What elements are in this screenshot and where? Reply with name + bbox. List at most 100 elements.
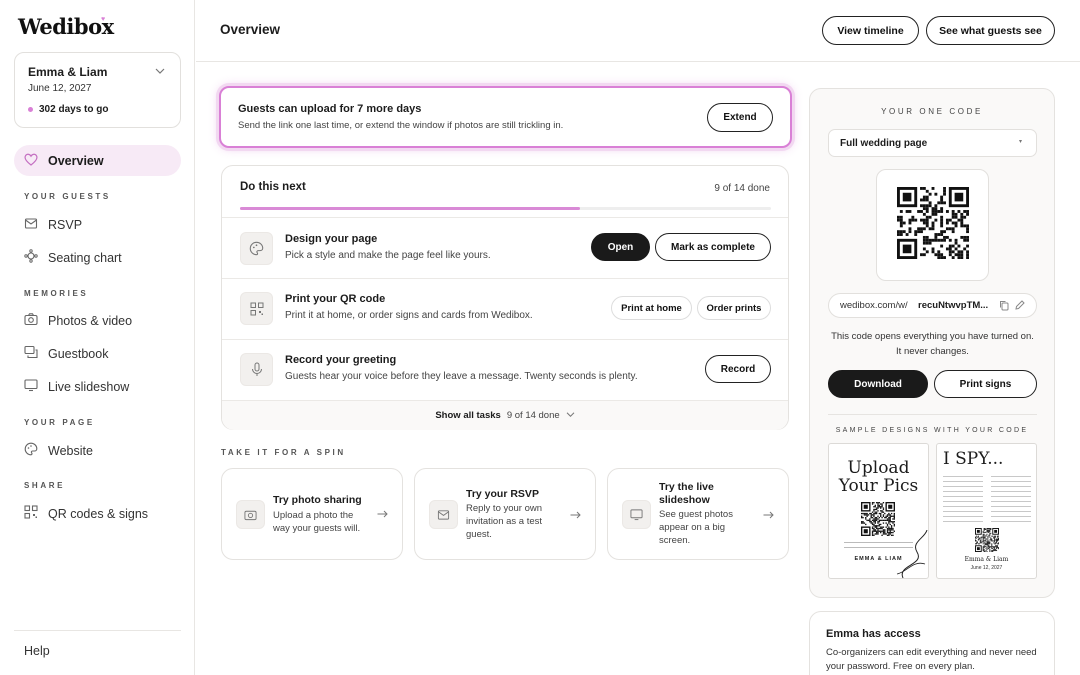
event-date: June 12, 2027: [28, 83, 92, 94]
upload-banner: Guests can upload for 7 more days Send t…: [219, 86, 792, 148]
sidebar-item-website[interactable]: Website: [24, 442, 93, 459]
monitor-icon: [622, 500, 651, 529]
code-target-select[interactable]: Full wedding page ▾: [828, 129, 1037, 157]
envelope-icon: [24, 216, 38, 233]
spin-card-title: Try the live slideshow: [659, 481, 714, 506]
tasks-progress-text: 9 of 14 done: [714, 183, 770, 194]
code-panel: YOUR ONE CODE Full wedding page ▾ wedibo…: [809, 88, 1055, 598]
spin-card-photo[interactable]: Try photo sharing Upload a photo the way…: [221, 468, 403, 560]
section-title-guests: YOUR GUESTS: [24, 192, 111, 201]
spin-card-rsvp[interactable]: Try your RSVP Reply to your own invitati…: [414, 468, 596, 560]
progress-fill: [240, 207, 580, 210]
order-prints-button[interactable]: Order prints: [697, 296, 771, 320]
sidebar-item-photos-video[interactable]: Photos & video: [24, 312, 132, 329]
tasks-title: Do this next: [240, 181, 306, 193]
event-switcher[interactable]: Emma & Liam June 12, 2027 302 days to go: [14, 52, 181, 128]
envelope-icon: [429, 500, 458, 529]
print-signs-button[interactable]: Print signs: [934, 370, 1037, 398]
copy-icon[interactable]: [999, 300, 1009, 314]
edit-icon[interactable]: [1015, 300, 1025, 313]
qr-code-card: [876, 169, 989, 281]
banner-desc: Send the link one last time, or extend t…: [238, 120, 564, 131]
tasks-card: Do this next 9 of 14 done Design your pa…: [221, 165, 789, 430]
mark-complete-button[interactable]: Mark as complete: [655, 233, 771, 261]
extend-button[interactable]: Extend: [707, 103, 773, 132]
task-desc: Pick a style and make the page feel like…: [285, 250, 491, 261]
banner-title: Guests can upload for 7 more days: [238, 103, 422, 115]
decorative-squiggle-icon: [896, 530, 928, 578]
spin-card-title: Try photo sharing: [273, 494, 362, 506]
brand-logo[interactable]: Wedibox: [18, 14, 114, 39]
logo-heart-icon: ♥: [101, 16, 106, 23]
code-note: This code opens everything you have turn…: [831, 331, 1034, 357]
spin-card-desc: See guest photos appear on a big screen.: [659, 509, 733, 546]
sidebar: Wedibox ♥ Emma & Liam June 12, 2027 302 …: [0, 0, 195, 675]
sample-design-i-spy[interactable]: I SPY... Emma & Liam June 12, 2027: [936, 443, 1037, 579]
sidebar-item-overview[interactable]: Overview: [14, 145, 181, 176]
sidebar-item-live-slideshow[interactable]: Live slideshow: [24, 378, 129, 395]
help-link[interactable]: Help: [24, 644, 50, 658]
sample-heading: I SPY...: [943, 449, 1004, 469]
arrow-right-icon: [763, 510, 774, 522]
arrow-right-icon: [570, 510, 581, 522]
qr-code-image: [897, 187, 969, 259]
chevron-down-icon: [566, 410, 575, 421]
sidebar-item-qr-codes[interactable]: QR codes & signs: [24, 505, 148, 522]
page-title: Overview: [220, 22, 281, 37]
view-timeline-button[interactable]: View timeline: [822, 16, 919, 45]
sidebar-item-label: Photos & video: [48, 313, 133, 328]
qr-icon: [24, 505, 38, 522]
show-all-count: 9 of 14 done: [506, 410, 560, 421]
task-desc: Guests hear your voice before they leave…: [285, 371, 638, 382]
camera-icon: [24, 312, 38, 329]
task-row-qr: Print your QR code Print it at home, or …: [222, 279, 788, 339]
sample-names: Emma & Liam: [964, 556, 1009, 563]
sample-qr-image: [975, 528, 999, 552]
task-title: Print your QR code: [285, 293, 386, 305]
camera-icon: [236, 500, 265, 529]
spin-title: TAKE IT FOR A SPIN: [221, 448, 346, 457]
sidebar-item-label: Seating chart: [48, 250, 122, 265]
spin-card-desc: Reply to your own invitation as a test g…: [466, 503, 543, 540]
record-button[interactable]: Record: [705, 355, 771, 383]
spin-card-desc: Upload a photo the way your guests will.: [273, 510, 361, 534]
download-button[interactable]: Download: [828, 370, 928, 398]
chat-icon: [24, 345, 38, 362]
see-guests-button[interactable]: See what guests see: [926, 16, 1055, 45]
open-button[interactable]: Open: [591, 233, 650, 261]
section-title-share: SHARE: [24, 481, 66, 490]
countdown-dot-icon: [28, 107, 33, 112]
show-all-tasks-row[interactable]: Show all tasks 9 of 14 done: [222, 400, 788, 430]
sample-heading: Your Pics: [838, 476, 919, 496]
sample-design-upload[interactable]: Upload Your Pics EMMA & LIAM: [828, 443, 929, 579]
sidebar-divider: [14, 630, 181, 631]
sample-date: June 12, 2027: [970, 565, 1003, 571]
chevron-down-icon: ▾: [1019, 139, 1023, 145]
sidebar-item-label: Overview: [48, 153, 104, 168]
sidebar-item-guestbook[interactable]: Guestbook: [24, 345, 108, 362]
sample-heading: Upload: [847, 458, 910, 478]
samples-title: SAMPLE DESIGNS WITH YOUR CODE: [835, 427, 1029, 434]
qr-icon: [240, 292, 273, 325]
access-card: Emma has access Co-organizers can edit e…: [809, 611, 1055, 675]
access-title: Emma has access: [826, 628, 921, 640]
task-desc: Print it at home, or order signs and car…: [285, 310, 533, 321]
url-prefix: wedibox.com/w/: [840, 300, 908, 311]
palette-icon: [24, 442, 38, 459]
task-title: Design your page: [285, 233, 378, 245]
select-value: Full wedding page: [840, 138, 928, 149]
progress-track: [240, 207, 771, 210]
sidebar-item-rsvp[interactable]: RSVP: [24, 216, 82, 233]
table-icon: [24, 249, 38, 266]
print-at-home-button[interactable]: Print at home: [611, 296, 692, 320]
sidebar-item-seating-chart[interactable]: Seating chart: [24, 249, 122, 266]
sidebar-item-label: Live slideshow: [48, 379, 130, 394]
sidebar-item-label: RSVP: [48, 217, 83, 232]
access-desc: Co-organizers can edit everything and ne…: [826, 647, 1037, 672]
heart-icon: [24, 153, 38, 169]
task-row-greeting: Record your greeting Guests hear your vo…: [222, 340, 788, 400]
spin-card-slideshow[interactable]: Try the live slideshow See guest photos …: [607, 468, 789, 560]
section-title-memories: MEMORIES: [24, 289, 89, 298]
top-header: Overview View timeline See what guests s…: [196, 0, 1080, 62]
code-url-bar[interactable]: wedibox.com/w/ recuNtwvpTM...: [828, 293, 1037, 318]
